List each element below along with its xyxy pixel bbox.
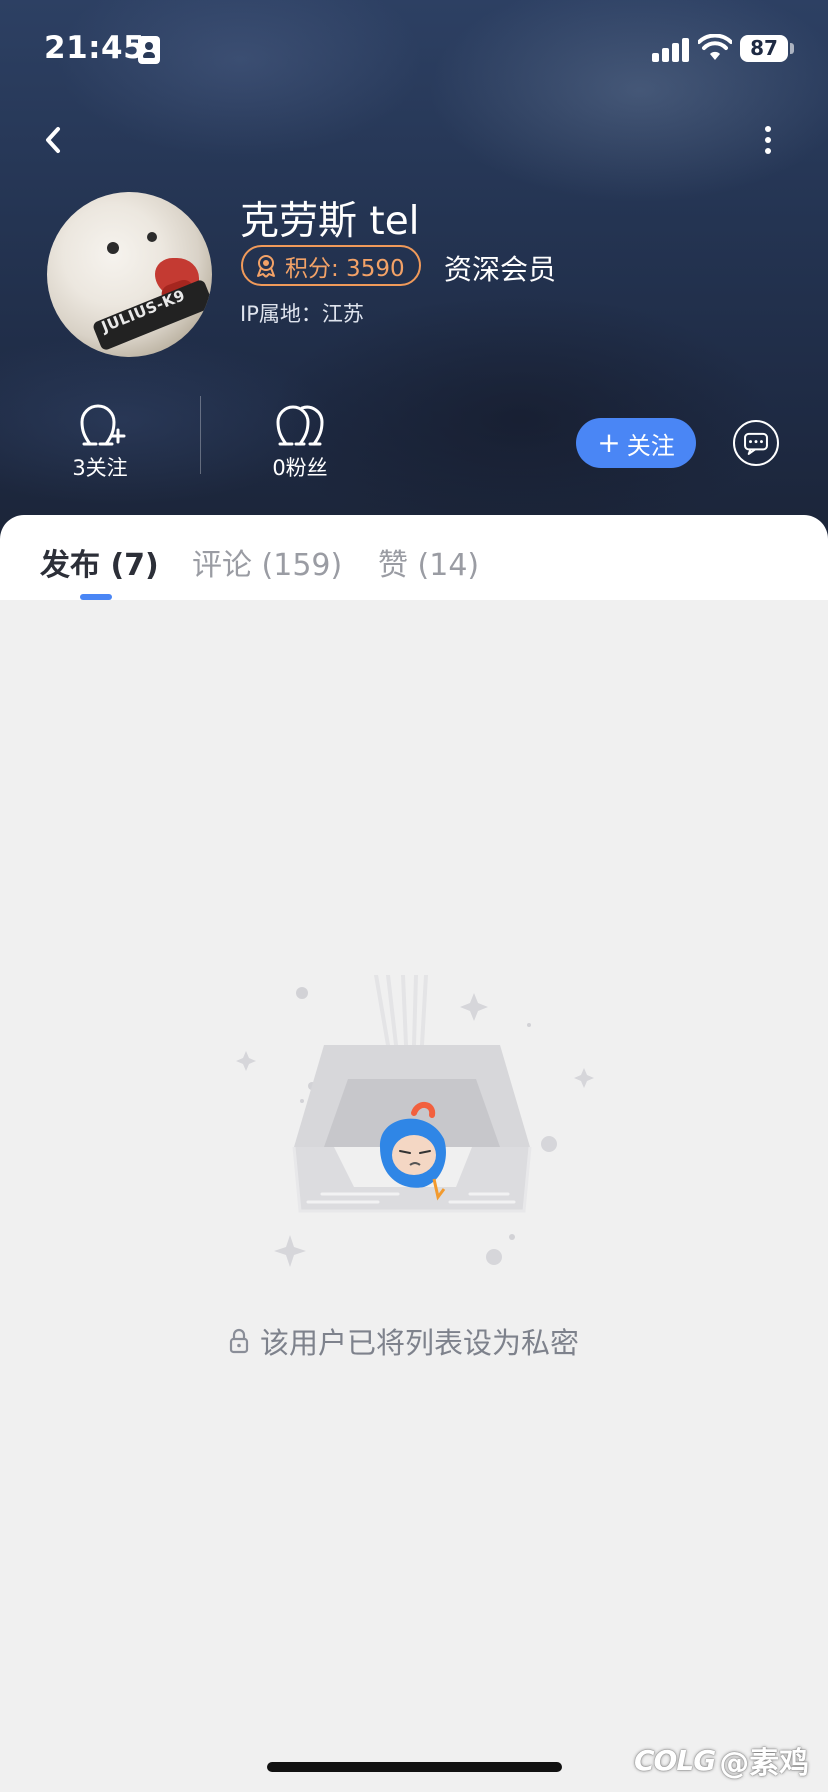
profile-screen: 21:45 87 JULIUS-K9 克劳斯 tel 积分: 3590 资深会员… (0, 0, 828, 1792)
wifi-icon (698, 34, 732, 60)
id-card-icon (138, 36, 160, 64)
ip-location: IP属地：江苏 (240, 302, 364, 326)
points-label: 积分: 3590 (285, 255, 405, 282)
people-icon (276, 405, 324, 446)
back-button[interactable] (36, 118, 72, 162)
person-add-icon (80, 404, 126, 446)
more-options-button[interactable] (754, 118, 782, 162)
status-time: 21:45 (44, 30, 146, 66)
follow-button[interactable]: + 关注 (576, 418, 696, 468)
points-badge[interactable]: 积分: 3590 (241, 245, 421, 286)
battery-indicator: 87 (740, 35, 788, 62)
watermark-logo: COLG (634, 1743, 716, 1777)
stats-divider (200, 396, 201, 474)
avatar[interactable]: JULIUS-K9 (47, 192, 212, 357)
cellular-signal-icon (652, 38, 690, 62)
member-level: 资深会员 (444, 253, 557, 286)
following-stat[interactable]: 3关注 (40, 400, 160, 482)
watermark: COLG @素鸡 (634, 1738, 809, 1782)
followers-count: 0粉丝 (272, 456, 328, 480)
empty-box-illustration (236, 975, 594, 1267)
battery-cap (790, 43, 794, 54)
username: 克劳斯 tel (240, 199, 420, 244)
watermark-handle: @素鸡 (719, 1746, 810, 1781)
tab-comments[interactable]: 评论 (159) (192, 540, 342, 584)
home-indicator[interactable] (267, 1762, 562, 1772)
active-tab-indicator (80, 594, 112, 600)
followers-stat[interactable]: 0粉丝 (240, 400, 360, 482)
lock-icon (229, 1328, 249, 1354)
private-list-notice: 该用户已将列表设为私密 (228, 1320, 608, 1362)
follow-label: 关注 (626, 431, 675, 460)
tab-posts[interactable]: 发布 (7) (40, 540, 159, 584)
plus-icon: + (597, 426, 621, 459)
tab-likes[interactable]: 赞 (14) (378, 540, 479, 584)
medal-icon (257, 254, 275, 278)
message-button[interactable] (733, 420, 779, 466)
following-count: 3关注 (72, 456, 128, 480)
private-message-text: 该用户已将列表设为私密 (260, 1326, 580, 1360)
